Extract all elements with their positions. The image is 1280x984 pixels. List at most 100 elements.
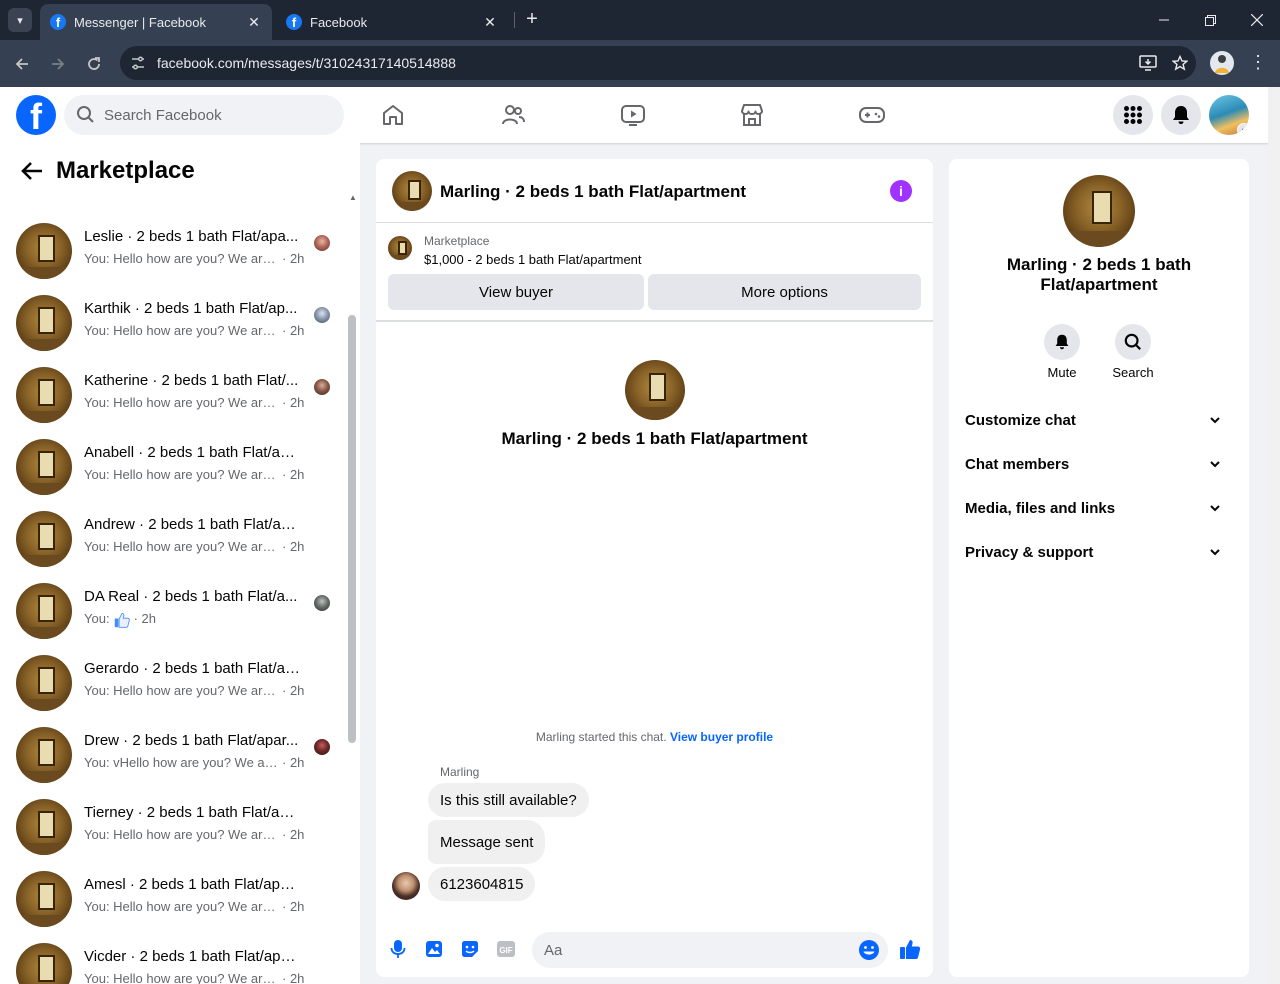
scrollbar-thumb[interactable]	[348, 315, 356, 743]
browser-tab-strip: ▾ f Messenger | Facebook ✕ f Facebook ✕ …	[0, 0, 1280, 40]
reload-button[interactable]	[80, 50, 108, 78]
star-icon	[1172, 55, 1188, 71]
new-tab-button[interactable]: +	[520, 8, 544, 32]
listing-thumbnail	[16, 583, 72, 639]
conversation-time: · 2h	[282, 251, 305, 266]
seen-avatar	[314, 595, 330, 611]
nav-home[interactable]	[377, 99, 409, 131]
conversation-item[interactable]: Leslie · 2 beds 1 bath Flat/apa... You: H…	[8, 215, 338, 287]
conversation-item[interactable]: Katherine · 2 beds 1 bath Flat/... You: H…	[8, 359, 338, 431]
conversation-time: · 2h	[282, 683, 305, 698]
conversation-avatar	[16, 223, 72, 279]
site-settings-icon[interactable]	[122, 46, 154, 80]
view-buyer-profile-link[interactable]: View buyer profile	[670, 730, 773, 744]
conversation-item[interactable]: Anabell · 2 beds 1 bath Flat/apar... You:…	[8, 431, 338, 503]
section-label: Chat members	[965, 455, 1070, 473]
marketplace-icon	[741, 104, 763, 126]
listing-thumbnail	[16, 223, 72, 279]
info-icon[interactable]: i	[890, 180, 912, 202]
conversation-preview: You: Hello how are you? We are rea...· 2…	[84, 899, 324, 914]
message-bubble[interactable]: 6123604815	[428, 867, 536, 901]
message-input[interactable]: Aa	[532, 932, 888, 968]
minimize-window-button[interactable]	[1141, 0, 1187, 40]
menu-button[interactable]	[1113, 95, 1153, 135]
conversation-name: Drew · 2 beds 1 bath Flat/apar...	[84, 732, 299, 749]
chat-intro-name: Marling · 2 beds 1 bath Flat/apartment	[501, 429, 808, 448]
conversation-item[interactable]: Drew · 2 beds 1 bath Flat/apar... You: vH…	[8, 719, 338, 791]
conversation-item[interactable]: DA Real · 2 beds 1 bath Flat/a... You: · 2…	[8, 575, 338, 647]
page-scrollbar[interactable]	[1268, 87, 1280, 984]
like-button[interactable]	[898, 937, 922, 961]
listing-thumbnail	[16, 943, 72, 984]
message-bubble[interactable]: Is this still available?	[428, 783, 589, 817]
browser-tab-messenger[interactable]: f Messenger | Facebook ✕	[40, 4, 272, 40]
conversation-item[interactable]: Andrew · 2 beds 1 bath Flat/apar... You: …	[8, 503, 338, 575]
search-in-chat-button[interactable]	[1115, 324, 1151, 360]
conversation-item[interactable]: Amesl · 2 beds 1 bath Flat/apart... You: …	[8, 863, 338, 935]
voice-clip-icon[interactable]	[386, 937, 410, 961]
nav-friends[interactable]	[497, 99, 529, 131]
friends-icon	[502, 105, 525, 125]
back-button[interactable]	[16, 155, 48, 187]
close-tab-icon[interactable]: ✕	[246, 14, 262, 31]
browser-menu-icon[interactable]: ⋮	[1248, 52, 1268, 74]
forward-button[interactable]	[44, 50, 72, 78]
info-avatar[interactable]	[1063, 175, 1135, 247]
bookmark-star-icon[interactable]	[1164, 46, 1196, 80]
message-bubble[interactable]: Message sent	[428, 820, 546, 864]
install-app-icon[interactable]	[1132, 46, 1164, 80]
search-action[interactable]: Search	[1097, 324, 1169, 380]
search-placeholder: Search Facebook	[104, 106, 222, 124]
gif-icon[interactable]: GIF	[494, 937, 518, 961]
nav-video[interactable]	[617, 99, 649, 131]
listing-thumbnail	[388, 236, 412, 260]
customize-chat-section[interactable]: Customize chat	[957, 398, 1241, 442]
mute-action[interactable]: Mute	[1026, 324, 1098, 380]
sender-avatar[interactable]	[392, 872, 420, 900]
media-files-links-section[interactable]: Media, files and links	[957, 486, 1241, 530]
address-bar[interactable]: facebook.com/messages/t/3102431714051488…	[120, 46, 1196, 80]
preview-text: You: Hello how are you? We are rea...	[84, 827, 280, 842]
close-tab-icon[interactable]: ✕	[482, 14, 498, 31]
more-options-button[interactable]: More options	[648, 274, 921, 310]
nav-gaming[interactable]	[856, 99, 888, 131]
privacy-support-section[interactable]: Privacy & support	[957, 530, 1241, 574]
home-icon	[383, 105, 403, 125]
scroll-up-arrow-icon[interactable]: ▲	[349, 193, 357, 202]
section-label: Media, files and links	[965, 499, 1116, 517]
conversation-item[interactable]: Tierney · 2 beds 1 bath Flat/apar... You:…	[8, 791, 338, 863]
close-window-button[interactable]	[1234, 0, 1280, 40]
notifications-button[interactable]	[1161, 95, 1201, 135]
listing-price[interactable]: $1,000 - 2 beds 1 bath Flat/apartment	[424, 252, 642, 267]
browser-tab-facebook[interactable]: f Facebook ✕	[276, 4, 508, 40]
conversation-item[interactable]: Vicder · 2 beds 1 bath Flat/apart... You:…	[8, 935, 338, 984]
facebook-search-input[interactable]: Search Facebook	[64, 95, 344, 135]
conversation-list-scrollbar[interactable]: ▲	[346, 193, 360, 984]
chat-avatar[interactable]	[392, 171, 432, 211]
restore-window-button[interactable]	[1187, 0, 1233, 40]
reload-icon	[88, 57, 100, 70]
listing-thumbnail	[16, 511, 72, 567]
back-button[interactable]	[8, 50, 36, 78]
account-avatar[interactable]: ▾	[1209, 95, 1249, 135]
url-text[interactable]: facebook.com/messages/t/3102431714051488…	[157, 55, 1132, 71]
nav-marketplace[interactable]	[736, 99, 768, 131]
facebook-logo-icon[interactable]: f	[16, 95, 56, 135]
conversation-name: Katherine · 2 beds 1 bath Flat/...	[84, 372, 299, 389]
attach-photo-icon[interactable]	[422, 937, 446, 961]
chat-title[interactable]: Marling · 2 beds 1 bath Flat/apartment	[440, 182, 746, 202]
conversation-time: · 2h	[282, 827, 305, 842]
conversation-item[interactable]: Karthik · 2 beds 1 bath Flat/ap... You: H…	[8, 287, 338, 359]
sidebar-title: Marketplace	[56, 157, 195, 184]
conversation-avatar	[16, 871, 72, 927]
conversation-preview: You: Hello how are you? We are rea...· 2…	[84, 683, 324, 698]
mute-button[interactable]	[1044, 324, 1080, 360]
browser-profile-avatar[interactable]	[1210, 51, 1234, 75]
conversation-avatar	[16, 583, 72, 639]
view-buyer-button[interactable]: View buyer	[388, 274, 644, 310]
tab-search-button[interactable]: ▾	[8, 8, 32, 32]
emoji-icon[interactable]	[858, 939, 880, 961]
conversation-item[interactable]: Gerardo · 2 beds 1 bath Flat/apa... You: …	[8, 647, 338, 719]
chat-members-section[interactable]: Chat members	[957, 442, 1241, 486]
sticker-icon[interactable]	[458, 937, 482, 961]
